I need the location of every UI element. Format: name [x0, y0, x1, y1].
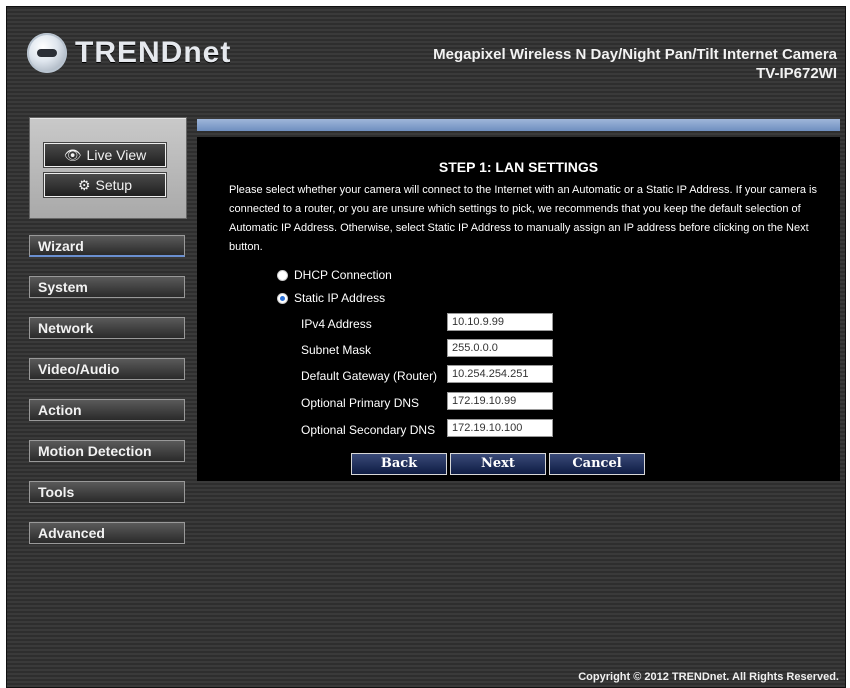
- product-title: Megapixel Wireless N Day/Night Pan/Tilt …: [433, 45, 837, 83]
- menu-item-network[interactable]: Network: [29, 317, 185, 339]
- top-button-box: 👁 Live View ⚙ Setup: [29, 117, 187, 219]
- header: TRENDnet Megapixel Wireless N Day/Night …: [7, 7, 845, 107]
- dhcp-option[interactable]: DHCP Connection: [277, 268, 392, 282]
- menu-item-advanced[interactable]: Advanced: [29, 522, 185, 544]
- live-view-label: Live View: [86, 147, 147, 163]
- trendnet-logo-icon: [27, 33, 67, 73]
- ipv4-label: IPv4 Address: [301, 317, 372, 331]
- ipv4-input[interactable]: [447, 313, 553, 331]
- menu-item-action[interactable]: Action: [29, 399, 185, 421]
- instructions-text: Please select whether your camera will c…: [229, 184, 817, 253]
- step-title: STEP 1: LAN SETTINGS: [438, 159, 599, 175]
- wizard-panel: STEP 1: LAN SETTINGS Please select wheth…: [197, 137, 840, 481]
- menu-item-tools[interactable]: Tools: [29, 481, 185, 503]
- menu-item-wizard[interactable]: Wizard: [29, 235, 185, 257]
- eye-icon: 👁: [63, 146, 82, 163]
- menu-item-video-audio[interactable]: Video/Audio: [29, 358, 185, 380]
- setup-button[interactable]: ⚙ Setup: [44, 173, 166, 197]
- cancel-button[interactable]: Cancel: [549, 453, 645, 475]
- brand-logo: TRENDnet: [27, 33, 231, 73]
- dhcp-label: DHCP Connection: [294, 268, 392, 282]
- static-ip-label: Static IP Address: [294, 291, 386, 305]
- secondary-dns-label: Optional Secondary DNS: [301, 423, 436, 437]
- gateway-label: Default Gateway (Router): [301, 369, 438, 383]
- primary-dns-label: Optional Primary DNS: [301, 396, 420, 410]
- primary-dns-input[interactable]: [447, 392, 553, 410]
- content-top-bar: [197, 119, 840, 131]
- subnet-label: Subnet Mask: [301, 343, 372, 357]
- subnet-input[interactable]: [447, 339, 553, 357]
- page-frame: TRENDnet Megapixel Wireless N Day/Night …: [6, 6, 846, 688]
- menu-item-motion-detection[interactable]: Motion Detection: [29, 440, 185, 462]
- product-line: Megapixel Wireless N Day/Night Pan/Tilt …: [433, 46, 837, 63]
- back-button[interactable]: Back: [351, 453, 447, 475]
- static-ip-radio[interactable]: [277, 292, 288, 304]
- next-button[interactable]: Next: [450, 453, 546, 475]
- static-ip-option[interactable]: Static IP Address: [277, 291, 385, 305]
- live-view-button[interactable]: 👁 Live View: [44, 143, 166, 167]
- gateway-input[interactable]: [447, 365, 553, 383]
- model-number: TV-IP672WI: [756, 65, 837, 82]
- setup-label: Setup: [95, 177, 133, 193]
- dhcp-radio[interactable]: [277, 269, 288, 281]
- gear-icon: ⚙: [77, 176, 91, 193]
- secondary-dns-input[interactable]: [447, 419, 553, 437]
- copyright-text: Copyright © 2012 TRENDnet. All Rights Re…: [578, 671, 839, 683]
- menu-item-system[interactable]: System: [29, 276, 185, 298]
- brand-name: TRENDnet: [75, 36, 232, 69]
